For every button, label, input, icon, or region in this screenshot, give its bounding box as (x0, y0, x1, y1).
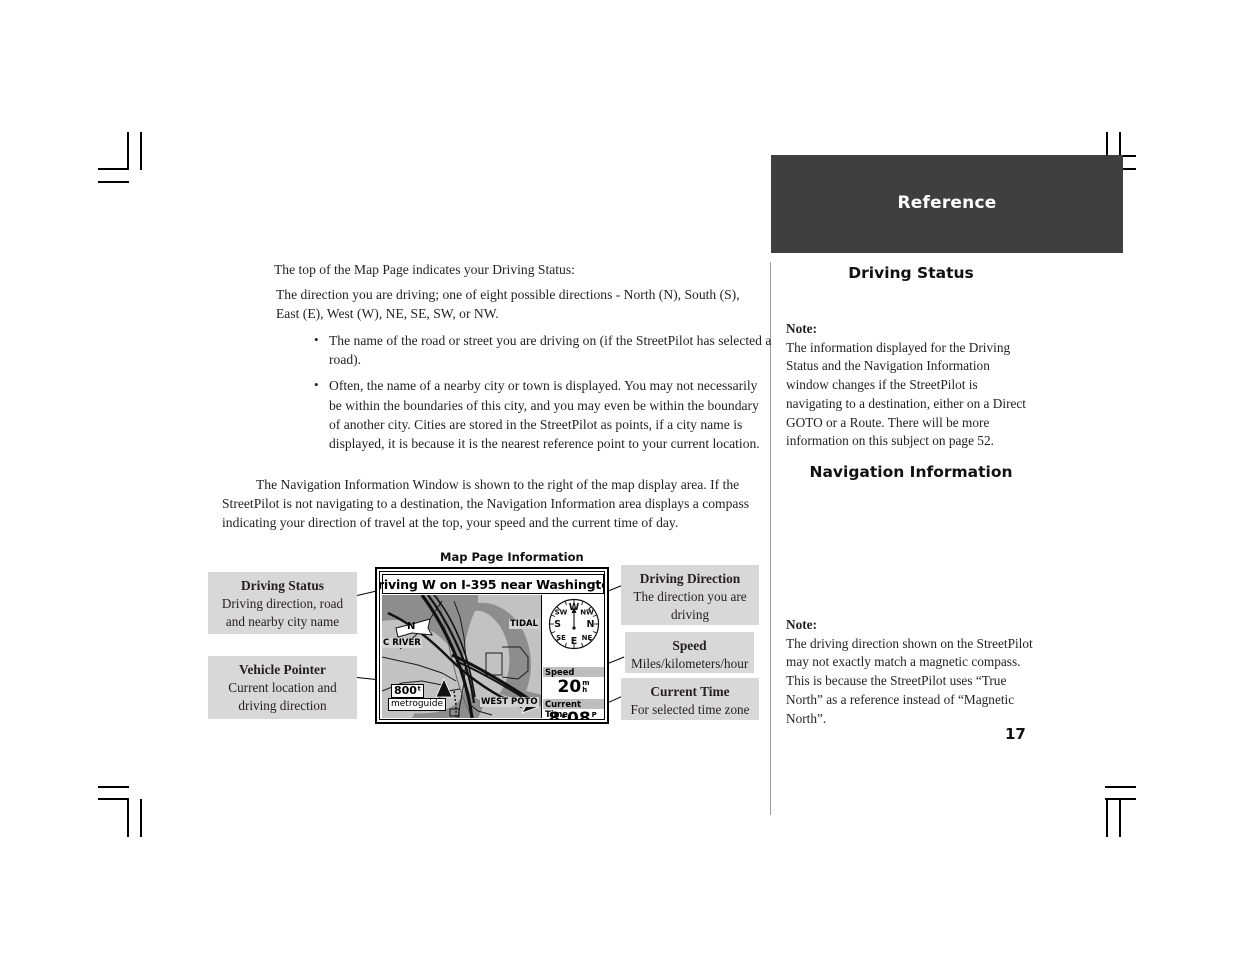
compass-label-lower-left: SE (556, 634, 566, 642)
gps-time-meridiem-bottom: M (592, 718, 599, 719)
callout-driving-status: Driving Status Driving direction, road a… (208, 572, 357, 634)
gps-current-time-label: Current Time (543, 699, 604, 719)
callout-speed-desc: Miles/kilometers/hour (631, 656, 749, 671)
figure-caption: Map Page Information (440, 550, 584, 564)
paragraph-intro: The top of the Map Page indicates your D… (274, 262, 575, 277)
callout-speed-title: Speed (672, 638, 707, 653)
callout-driving-direction: Driving Direction The direction you are … (621, 565, 759, 625)
map-source-label: metroguide (388, 698, 447, 711)
callout-vehicle-pointer-title: Vehicle Pointer (239, 662, 326, 677)
reference-header-band: Reference (771, 155, 1123, 253)
callout-current-time-title: Current Time (650, 684, 730, 699)
sidebar-heading-navigation-information-wrap: Navigation Information (786, 463, 1036, 481)
note-text-2: The driving direction shown on the Stree… (786, 635, 1033, 726)
gps-navigation-panel: W E S N SW NW SE NE Speed 20m h Current T… (543, 595, 604, 720)
gps-status-text: Driving W on I-395 near Washington (379, 576, 605, 592)
callout-vehicle-pointer: Vehicle Pointer Current location and dri… (208, 656, 357, 719)
note-label-2: Note: (786, 617, 818, 632)
callout-current-time-desc: For selected time zone (630, 702, 750, 717)
callout-driving-direction-title: Driving Direction (639, 571, 741, 586)
reference-title: Reference (897, 193, 997, 213)
gps-map-area: N C RIVER TIDAL WEST POTO 800ᵗ metroguid… (382, 595, 542, 718)
page-number: 17 (1005, 725, 1026, 743)
map-label-north: N (407, 621, 416, 632)
callout-speed: Speed Miles/kilometers/hour (625, 632, 754, 673)
gps-speed-label: Speed (543, 667, 604, 677)
compass-label-right: N (587, 619, 595, 630)
gps-current-time-value-row: 8:08PM (543, 709, 604, 720)
gps-speed-unit: mh (582, 679, 589, 695)
sidebar: Driving Status Note: The information dis… (786, 258, 1036, 726)
map-scale-box: 800ᵗ (391, 684, 425, 698)
sidebar-heading-driving-status: Driving Status (848, 264, 974, 282)
gps-speed-unit-bottom: h (582, 686, 588, 694)
gps-driving-status-bar: Driving W on I-395 near Washington (379, 574, 605, 594)
compass-label-top: W (569, 602, 580, 613)
list-item: Often, the name of a nearby city or town… (314, 375, 773, 453)
paragraph-direction: The direction you are driving; one of ei… (276, 287, 740, 321)
gps-time-meridiem: PM (592, 711, 599, 719)
compass-label-bottom: E (571, 636, 578, 647)
callout-vehicle-pointer-desc: Current location and driving direction (228, 680, 337, 713)
main-content-column: The top of the Map Page indicates your D… (222, 260, 771, 532)
list-item: The name of the road or street you are d… (314, 330, 773, 369)
compass-rose-icon: W E S N SW NW SE NE (548, 598, 600, 650)
gps-device-screen: Driving W on I-395 near Washington N C R… (375, 567, 609, 724)
callout-driving-direction-desc: The direction you are driving (633, 589, 747, 622)
map-label-tidal: TIDAL (509, 619, 540, 629)
paragraph-navigation-window: The Navigation Information Window is sho… (222, 477, 750, 531)
map-label-river: C RIVER (382, 638, 422, 648)
compass-label-upper-right: NW (580, 609, 594, 617)
callout-driving-status-title: Driving Status (241, 578, 324, 593)
gps-speed-value-row: 20m h (543, 677, 604, 697)
sidebar-note-navigation-information: Note: The driving direction shown on the… (786, 616, 1034, 728)
sidebar-heading-navigation-information: Navigation Information (809, 463, 1013, 481)
gps-time-value: 8:08 (548, 709, 591, 720)
compass-label-left: S (554, 619, 561, 630)
note-label-1: Note: (786, 321, 818, 336)
bullet-list: The name of the road or street you are d… (222, 330, 771, 453)
compass-label-upper-left: SW (555, 609, 568, 617)
callout-current-time: Current Time For selected time zone (621, 678, 759, 720)
map-label-west-poto: WEST POTO (480, 697, 539, 707)
gps-speed-value: 20 (557, 677, 582, 697)
callout-driving-status-desc: Driving direction, road and nearby city … (221, 596, 344, 629)
compass-label-lower-right: NE (582, 634, 593, 642)
note-text-1: The information displayed for the Drivin… (786, 339, 1027, 449)
sidebar-note-driving-status: Note: The information displayed for the … (786, 320, 1034, 451)
gps-screen-inner: Driving W on I-395 near Washington N C R… (379, 571, 605, 720)
